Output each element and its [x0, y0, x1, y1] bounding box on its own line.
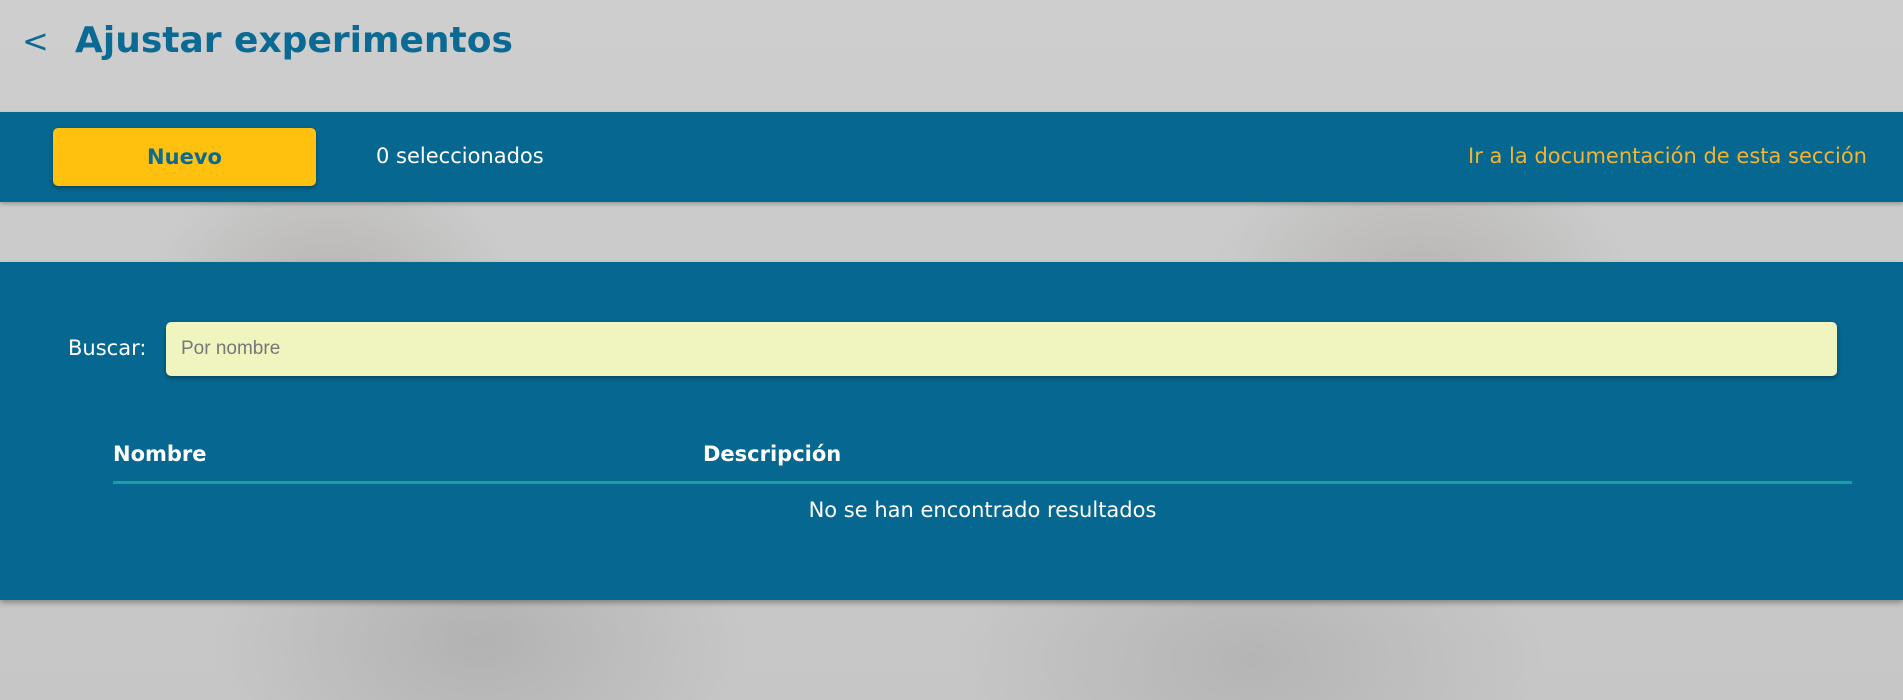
- back-button[interactable]: <: [22, 22, 49, 60]
- column-header-description[interactable]: Descripción: [703, 442, 841, 466]
- page-header: < Ajustar experimentos: [0, 0, 1903, 112]
- empty-state-row: No se han encontrado resultados: [113, 484, 1852, 536]
- results-panel: Buscar: Nombre Descripción No se han enc…: [0, 262, 1903, 600]
- search-input[interactable]: [166, 322, 1837, 376]
- page-title: Ajustar experimentos: [75, 20, 513, 61]
- documentation-link[interactable]: Ir a la documentación de esta sección: [1468, 144, 1867, 168]
- search-label: Buscar:: [68, 336, 147, 360]
- results-table: Nombre Descripción No se han encontrado …: [113, 432, 1852, 536]
- column-header-name[interactable]: Nombre: [113, 442, 207, 466]
- toolbar: Nuevo 0 seleccionados Ir a la documentac…: [0, 112, 1903, 202]
- table-header: Nombre Descripción: [113, 432, 1852, 484]
- empty-message: No se han encontrado resultados: [808, 498, 1157, 522]
- new-button[interactable]: Nuevo: [53, 128, 316, 186]
- selected-count: 0 seleccionados: [376, 144, 544, 168]
